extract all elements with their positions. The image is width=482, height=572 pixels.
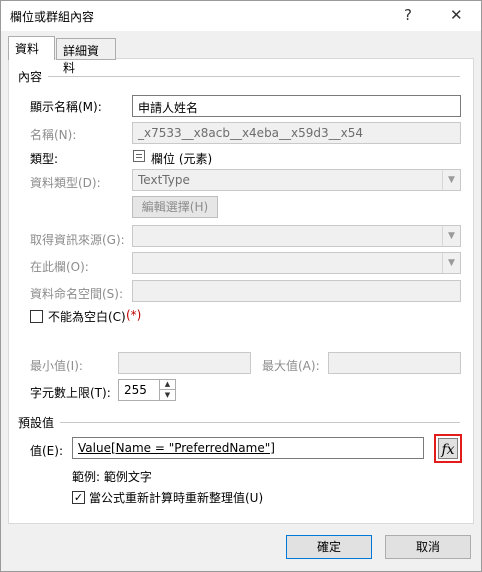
default-value-text: Value[Name = "PreferredName"] [78,441,275,455]
ok-button[interactable]: 確定 [286,535,372,559]
namespace-label: 資料命名空間(S): [30,287,124,301]
in-field-label: 在此欄(O): [30,260,89,274]
type-value: 欄位 (元素) [151,152,213,166]
get-info-label: 取得資訊來源(G): [30,233,125,247]
fx-icon: fx [438,438,458,459]
field-element-icon [133,150,145,162]
stepper-down-icon[interactable]: ▼ [160,390,175,400]
in-field-select[interactable]: ▼ [132,252,461,274]
content-group-title: 內容 [18,70,43,84]
type-label: 類型: [30,152,59,166]
data-type-select[interactable]: TextType ▼ [132,169,461,191]
max-chars-label: 字元數上限(T): [30,386,111,400]
get-info-select[interactable]: ▼ [132,225,461,247]
display-name-label: 顯示名稱(M): [30,100,102,114]
default-group-title: 預設值 [18,416,55,430]
max-input[interactable] [328,352,461,374]
recalc-label: 當公式重新計算時重新整理值(U) [89,491,264,505]
data-type-value: TextType [138,173,190,187]
min-label: 最小值(I): [30,359,83,373]
formula-button[interactable]: fx [434,434,462,463]
chevron-down-icon: ▼ [442,253,460,273]
stepper-up-icon[interactable]: ▲ [160,379,175,390]
tab-data[interactable]: 資料 [8,36,55,60]
chevron-down-icon: ▼ [442,170,460,190]
required-mark: (*) [126,308,142,322]
name-input[interactable]: _x7533__x8acb__x4eba__x59d3__x54 [132,122,461,144]
recalc-checkbox[interactable]: ✓ [72,491,85,504]
content-group-divider [48,76,460,77]
default-value-input[interactable]: Value[Name = "PreferredName"] [72,437,424,459]
value-label: 值(E): [30,444,63,458]
tab-details[interactable]: 詳細資料 [56,38,116,75]
namespace-input[interactable] [132,280,461,302]
chevron-down-icon: ▼ [442,226,460,246]
min-input[interactable] [118,352,251,374]
edit-choices-button[interactable]: 編輯選擇(H) [132,196,218,218]
max-label: 最大值(A): [262,359,320,373]
cannot-be-blank-checkbox[interactable] [30,310,43,323]
max-chars-stepper[interactable]: ▲ ▼ [159,379,175,401]
display-name-input[interactable]: 申請人姓名 [132,95,461,117]
cannot-be-blank-label: 不能為空白(C) [48,310,126,324]
max-chars-value: 255 [124,383,147,397]
help-icon[interactable]: ? [404,6,412,24]
window-title: 欄位或群組內容 [10,10,95,24]
default-group-divider [60,422,460,423]
cancel-button[interactable]: 取消 [385,535,471,559]
example-text: 範例: 範例文字 [72,470,152,484]
close-icon[interactable]: ✕ [450,6,463,24]
data-type-label: 資料類型(D): [30,176,101,190]
name-label: 名稱(N): [30,128,77,142]
